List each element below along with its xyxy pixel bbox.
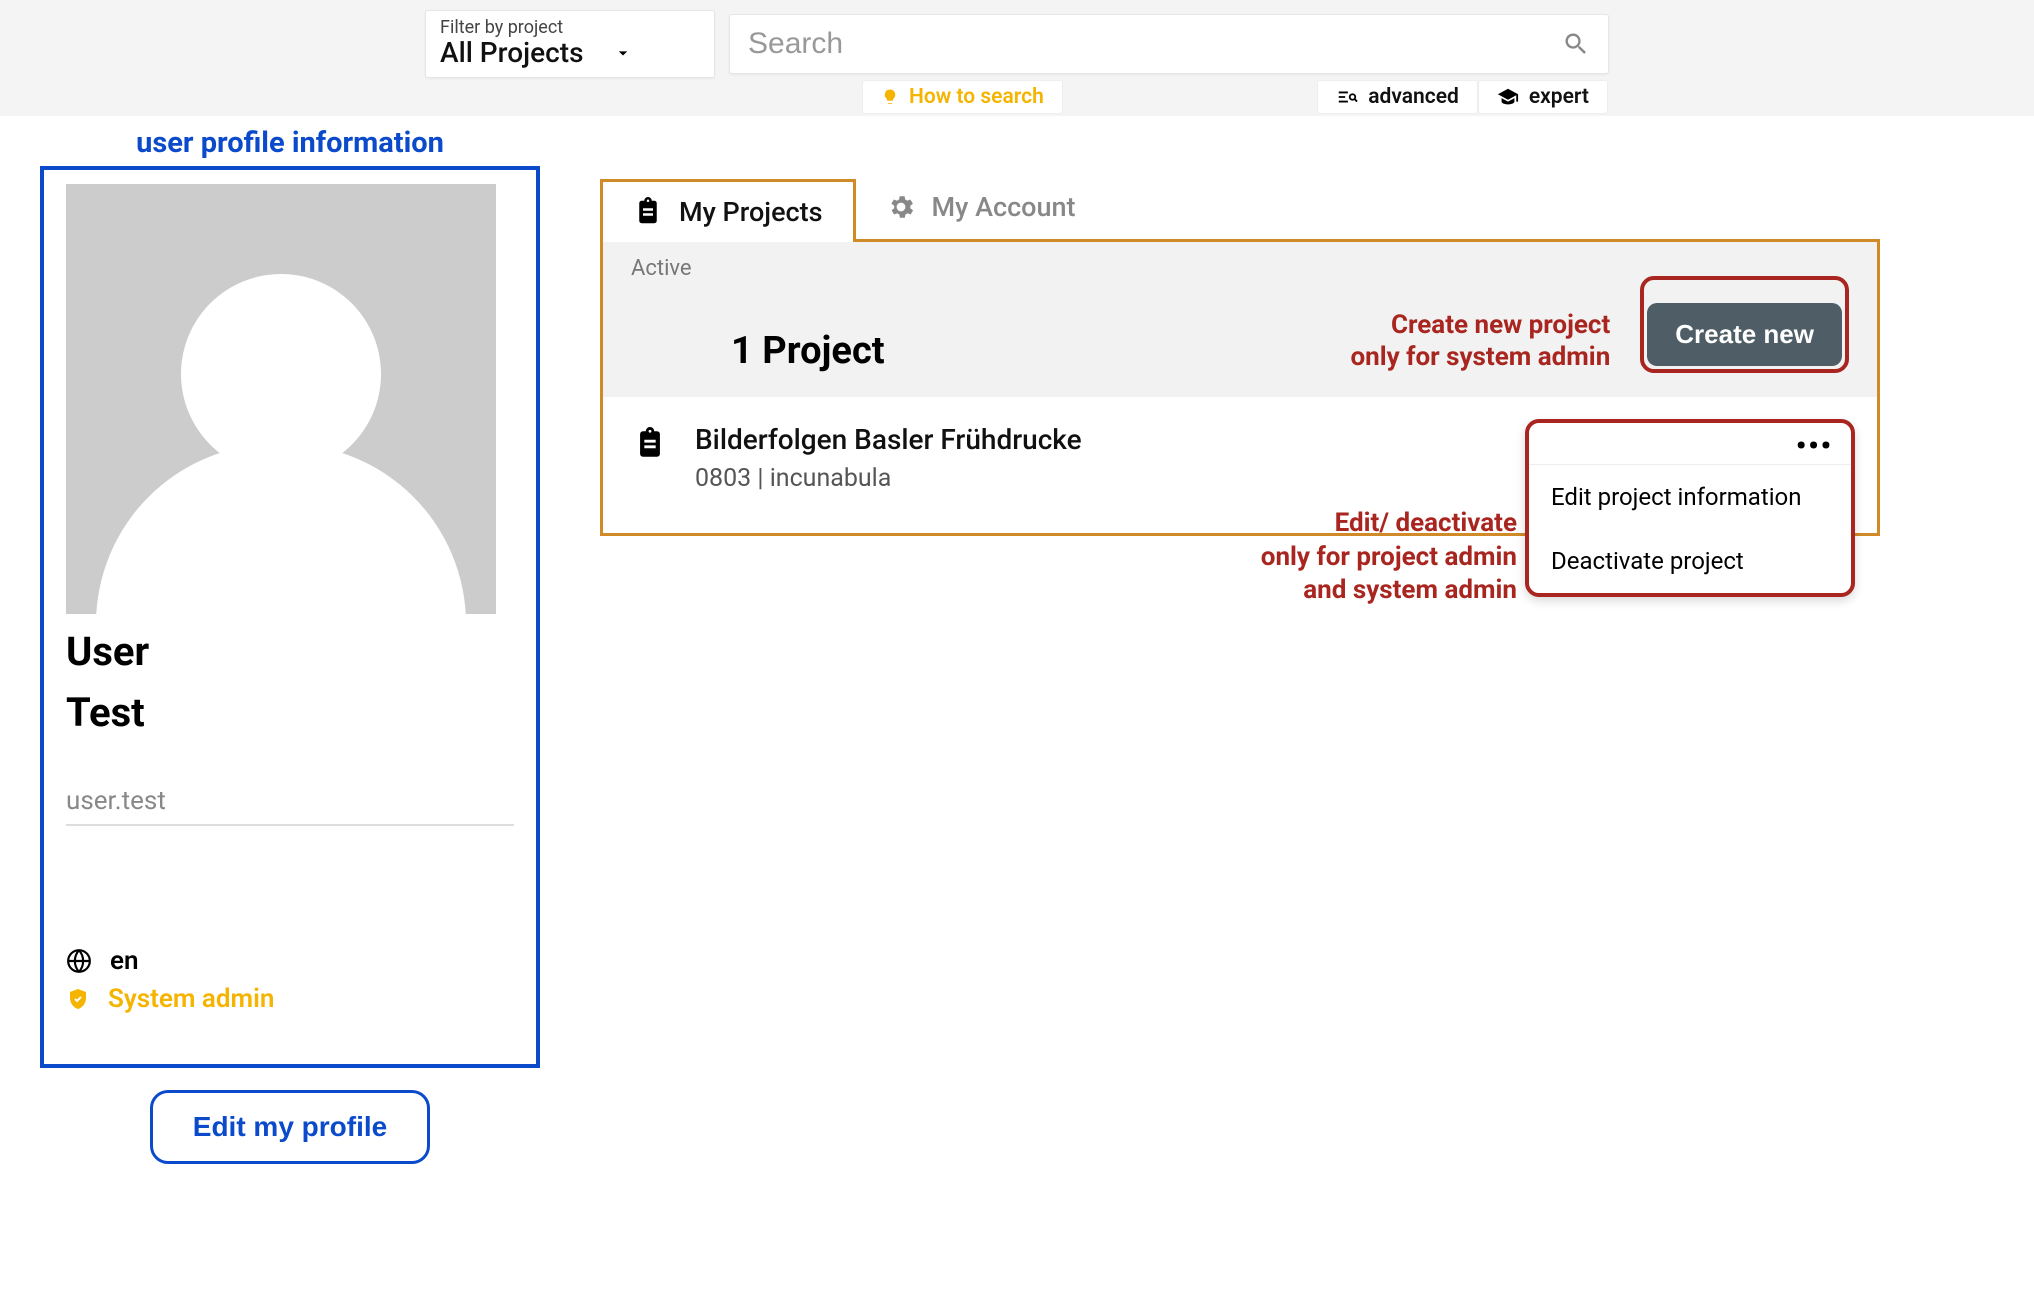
main-layout: user profile information User Test user.…	[0, 116, 2034, 1174]
menu-note-l2: only for project admin	[1261, 541, 1517, 575]
advanced-label: advanced	[1368, 85, 1459, 109]
header-inner: Filter by project All Projects	[0, 10, 2034, 78]
project-meta: 0803 | incunabula	[695, 464, 1082, 493]
role-value: System admin	[108, 984, 274, 1014]
project-filter-dropdown[interactable]: Filter by project All Projects	[425, 10, 715, 78]
active-label: Active	[631, 256, 692, 281]
header-bar: Filter by project All Projects How to se…	[0, 0, 2034, 116]
language-row: en	[66, 946, 514, 976]
menu-deactivate-project[interactable]: Deactivate project	[1529, 529, 1851, 593]
project-row: Bilderfolgen Basler Frühdrucke 0803 | in…	[603, 397, 1877, 533]
edit-profile-button[interactable]: Edit my profile	[150, 1090, 430, 1164]
search-box	[729, 14, 1609, 74]
header-sub-inner: How to search advanced expert	[422, 80, 1612, 114]
avatar-placeholder	[66, 184, 496, 614]
create-new-button[interactable]: Create new	[1647, 303, 1842, 366]
create-note-l2: only for system admin	[1350, 342, 1610, 373]
menu-note-l3: and system admin	[1261, 574, 1517, 608]
create-note: Create new project only for system admin	[1350, 310, 1610, 372]
hint-label: How to search	[909, 85, 1044, 109]
profile-card: User Test user.test en System admin	[40, 166, 540, 1068]
profile-section-label: user profile information	[136, 126, 444, 160]
avatar-body	[96, 444, 466, 614]
advanced-icon	[1336, 86, 1358, 108]
chevron-down-icon	[613, 43, 633, 63]
clipboard-icon	[633, 197, 663, 227]
project-context-menu: ••• Edit project information Deactivate …	[1525, 419, 1855, 597]
header-sub: How to search advanced expert	[0, 80, 2034, 116]
gear-icon	[886, 192, 916, 222]
projects-section: My Projects My Account Active 1 Project …	[600, 176, 1880, 536]
create-note-l1: Create new project	[1350, 310, 1610, 341]
project-count: 1 Project	[631, 329, 885, 373]
role-row: System admin	[66, 984, 514, 1014]
graduation-cap-icon	[1497, 86, 1519, 108]
profile-info-rows: en System admin	[66, 946, 514, 1014]
filter-col: Filter by project All Projects	[440, 17, 583, 69]
projects-panel: Active 1 Project Create new project only…	[600, 239, 1880, 536]
search-icon[interactable]	[1562, 30, 1590, 58]
tab-projects-label: My Projects	[679, 196, 823, 228]
menu-note: Edit/ deactivate only for project admin …	[1261, 507, 1517, 608]
tabs: My Projects My Account	[600, 176, 1880, 239]
panel-head: Active 1 Project Create new project only…	[603, 242, 1877, 397]
tab-my-projects[interactable]: My Projects	[600, 179, 856, 242]
last-name: Test	[66, 689, 514, 736]
tab-my-account[interactable]: My Account	[856, 176, 1106, 239]
lightbulb-icon	[881, 88, 899, 106]
clipboard-icon	[633, 427, 667, 461]
project-name: Bilderfolgen Basler Frühdrucke	[695, 423, 1082, 456]
more-button[interactable]: •••	[1529, 423, 1851, 465]
profile-section: user profile information User Test user.…	[40, 126, 540, 1164]
menu-edit-project[interactable]: Edit project information	[1529, 465, 1851, 529]
advanced-mode-chip[interactable]: advanced	[1317, 80, 1478, 114]
expert-mode-chip[interactable]: expert	[1478, 80, 1608, 114]
first-name: User	[66, 628, 514, 675]
project-text: Bilderfolgen Basler Frühdrucke 0803 | in…	[695, 423, 1082, 493]
how-to-search-chip[interactable]: How to search	[862, 80, 1063, 114]
menu-note-l1: Edit/ deactivate	[1261, 507, 1517, 541]
search-input[interactable]	[748, 27, 1562, 61]
username: user.test	[66, 786, 514, 826]
tab-account-label: My Account	[932, 191, 1076, 223]
expert-label: expert	[1529, 85, 1589, 109]
filter-label: Filter by project	[440, 17, 583, 38]
filter-value: All Projects	[440, 38, 583, 69]
globe-icon	[66, 948, 92, 974]
language-value: en	[110, 946, 139, 976]
create-highlight: Create new	[1640, 276, 1849, 373]
shield-check-icon	[66, 987, 90, 1011]
